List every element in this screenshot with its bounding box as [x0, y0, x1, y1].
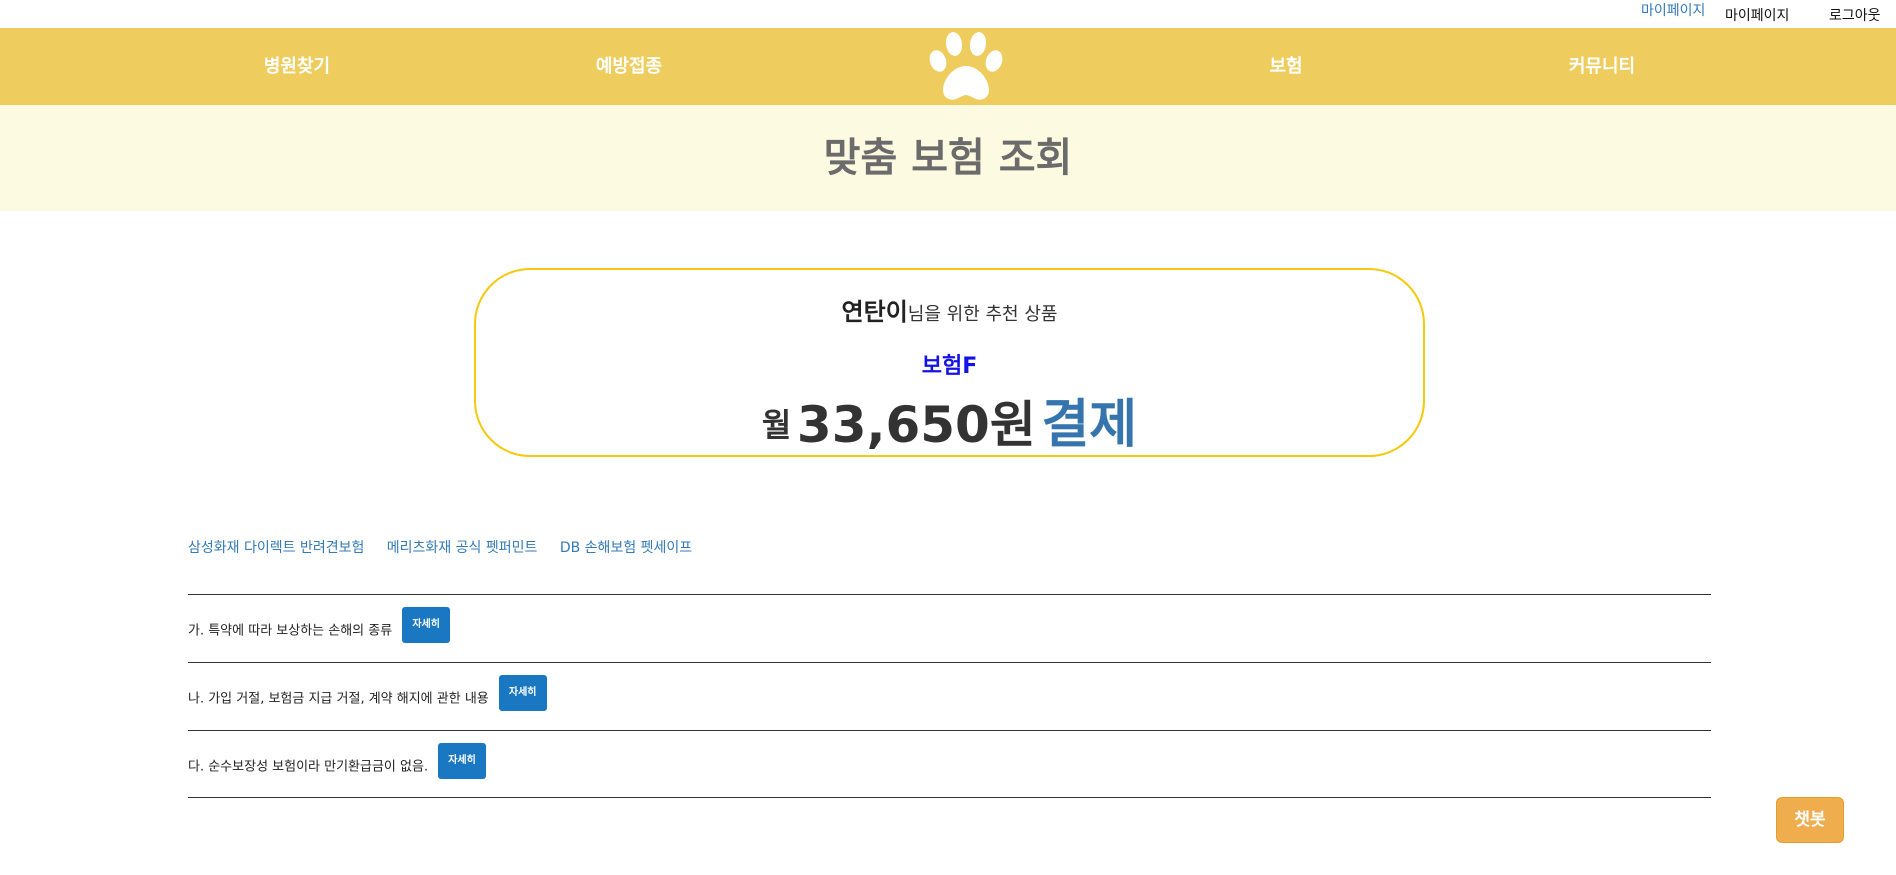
term-item: 다. 순수보장성 보험이라 만기환급금이 없음. 자세히 — [188, 743, 486, 779]
term-text: 가. 특약에 따라 보상하는 손해의 종류 — [188, 623, 393, 639]
list-item: 다. 순수보장성 보험이라 만기환급금이 없음. 자세히 — [188, 730, 1711, 798]
pay-button[interactable]: 결제 — [1041, 395, 1137, 455]
mypage-link-top[interactable]: 마이페이지 — [1641, 0, 1705, 20]
terms-list: 가. 특약에 따라 보상하는 손해의 종류 자세히 나. 가입 거절, 보험금 … — [188, 594, 1711, 798]
detail-button[interactable]: 자세히 — [402, 607, 450, 643]
price-prefix: 월 — [761, 406, 792, 444]
nav-insurance[interactable]: 보험 — [1211, 28, 1361, 105]
insurer-links: 삼성화재 다이렉트 반려견보험 메리츠화재 공식 펫퍼민트 DB 손해보험 펫세… — [188, 537, 710, 559]
recommendation-subtitle: 님을 위한 추천 상품 — [907, 304, 1058, 325]
list-item: 가. 특약에 따라 보상하는 손해의 종류 자세히 — [188, 594, 1711, 662]
term-item: 나. 가입 거절, 보험금 지급 거절, 계약 해지에 관한 내용 자세히 — [188, 675, 547, 711]
insurer-link-samsung[interactable]: 삼성화재 다이렉트 반려견보험 — [188, 540, 364, 556]
mypage-link[interactable]: 마이페이지 — [1725, 5, 1789, 25]
recommendation-card: 연탄이님을 위한 추천 상품 보험F 월 33,650원 결제 — [474, 268, 1425, 457]
monthly-price: 33,650원 — [796, 396, 1036, 454]
product-name: 보험F — [921, 354, 978, 379]
insurer-link-db[interactable]: DB 손해보험 펫세이프 — [560, 540, 692, 556]
logout-link[interactable]: 로그아웃 — [1829, 5, 1881, 25]
list-item: 나. 가입 거절, 보험금 지급 거절, 계약 해지에 관한 내용 자세히 — [188, 662, 1711, 730]
hero-banner: 맞춤 보험 조회 — [0, 105, 1896, 211]
term-item: 가. 특약에 따라 보상하는 손해의 종류 자세히 — [188, 607, 450, 643]
page-title: 맞춤 보험 조회 — [823, 135, 1073, 181]
recommendation-heading: 연탄이님을 위한 추천 상품 — [476, 292, 1423, 327]
term-text: 나. 가입 거절, 보험금 지급 거절, 계약 해지에 관한 내용 — [188, 691, 489, 707]
pet-name: 연탄이 — [841, 298, 908, 326]
nav-community[interactable]: 커뮤니티 — [1527, 28, 1677, 105]
top-utility-bar: 마이페이지 마이페이지 로그아웃 — [0, 0, 1896, 28]
chatbot-button[interactable]: 챗봇 — [1776, 797, 1844, 843]
main-navbar: 병원찾기 예방접종 보험 커뮤니티 — [0, 28, 1896, 105]
term-text: 다. 순수보장성 보험이라 만기환급금이 없음. — [188, 759, 429, 775]
nav-vaccination[interactable]: 예방접종 — [554, 28, 704, 105]
nav-hospital-search[interactable]: 병원찾기 — [222, 28, 372, 105]
insurer-link-meritz[interactable]: 메리츠화재 공식 펫퍼민트 — [387, 540, 538, 556]
detail-button[interactable]: 자세히 — [438, 743, 486, 779]
detail-button[interactable]: 자세히 — [498, 675, 547, 711]
price-row: 월 33,650원 결제 — [476, 382, 1423, 457]
paw-icon[interactable] — [925, 28, 1007, 105]
